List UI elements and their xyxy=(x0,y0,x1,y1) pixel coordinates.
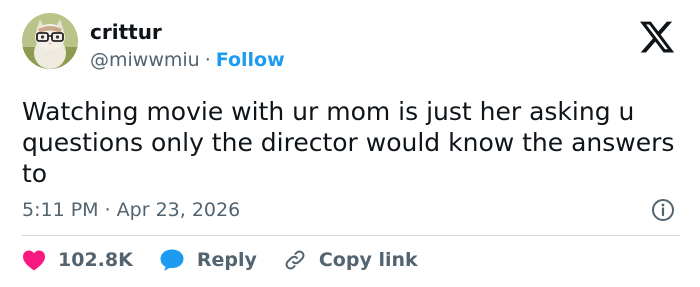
x-logo-icon[interactable] xyxy=(638,18,676,56)
display-name[interactable]: crittur xyxy=(90,20,162,44)
like-button[interactable]: 102.8K xyxy=(22,249,133,271)
copy-link-button[interactable]: Copy link xyxy=(283,248,418,272)
follow-button[interactable]: Follow xyxy=(216,49,285,71)
speech-bubble-icon xyxy=(160,249,184,271)
avatar[interactable] xyxy=(22,13,78,69)
info-icon[interactable] xyxy=(651,198,675,222)
heart-icon xyxy=(23,250,45,271)
action-bar: 102.8K Reply Copy link xyxy=(22,246,418,274)
separator-dot: · xyxy=(204,49,211,71)
handle-row: @miwwmiu · Follow xyxy=(90,48,285,72)
reply-label: Reply xyxy=(196,249,257,271)
copy-link-label: Copy link xyxy=(318,249,418,271)
like-count: 102.8K xyxy=(58,249,133,271)
reply-button[interactable]: Reply xyxy=(159,248,257,272)
tweet-text: Watching movie with ur mom is just her a… xyxy=(22,97,675,188)
cat-with-glasses-avatar-icon xyxy=(22,13,78,69)
tweet-card: crittur @miwwmiu · Follow Watching movie w… xyxy=(0,0,700,287)
link-icon xyxy=(285,250,305,270)
tweet-timestamp[interactable]: 5:11 PM · Apr 23, 2026 xyxy=(22,198,240,222)
user-handle[interactable]: @miwwmiu xyxy=(90,49,200,71)
divider xyxy=(22,235,680,236)
